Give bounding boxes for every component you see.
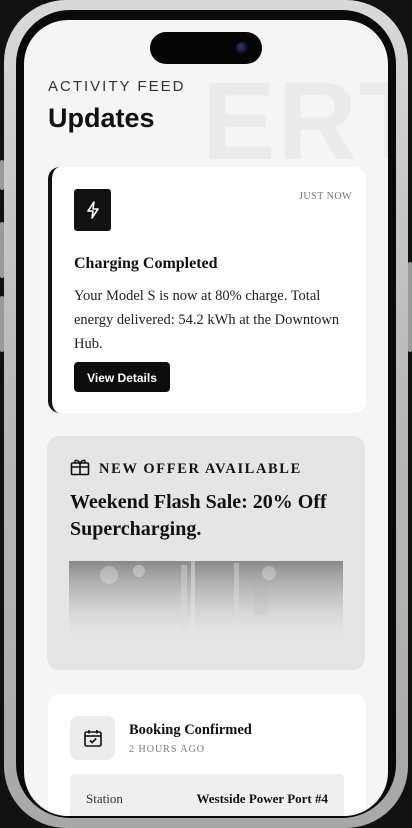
offer-title: Weekend Flash Sale: 20% Off Superchargin…	[70, 491, 327, 540]
dynamic-island	[150, 32, 262, 64]
phone-device: ERT ACTIVITY FEED Updates JUST NOW Charg…	[0, 0, 412, 828]
booking-timestamp: 2 HOURS AGO	[129, 744, 206, 755]
view-details-button[interactable]: View Details	[74, 362, 170, 392]
detail-value-station: Westside Power Port #4	[196, 791, 328, 806]
calendar-check-icon	[70, 716, 115, 760]
charging-completed-card[interactable]: JUST NOW Charging Completed Your Model S…	[48, 167, 366, 413]
page-title: Updates	[48, 103, 155, 133]
offer-card[interactable]: NEW OFFER AVAILABLE Weekend Flash Sale: …	[47, 436, 365, 670]
gift-icon	[70, 458, 90, 481]
offer-image	[69, 561, 343, 648]
power-button	[408, 262, 412, 352]
front-camera	[236, 42, 248, 54]
booking-title: Booking Confirmed	[129, 722, 252, 738]
card-description: Your Model S is now at 80% charge. Total…	[74, 288, 340, 352]
card-title: Charging Completed	[74, 255, 218, 272]
offer-label: NEW OFFER AVAILABLE	[99, 461, 302, 477]
section-eyebrow: ACTIVITY FEED	[48, 78, 186, 95]
lightning-bolt-icon	[74, 189, 111, 231]
offer-header: NEW OFFER AVAILABLE	[70, 458, 302, 481]
feed-header: ACTIVITY FEED Updates	[48, 78, 366, 134]
card-timestamp: JUST NOW	[299, 191, 352, 202]
booking-confirmed-card[interactable]: Booking Confirmed 2 HOURS AGO Station We…	[48, 694, 366, 816]
booking-detail-row: Station Westside Power Port #4	[70, 774, 344, 816]
phone-screen: ERT ACTIVITY FEED Updates JUST NOW Charg…	[24, 20, 388, 816]
detail-label-station: Station	[86, 791, 123, 806]
